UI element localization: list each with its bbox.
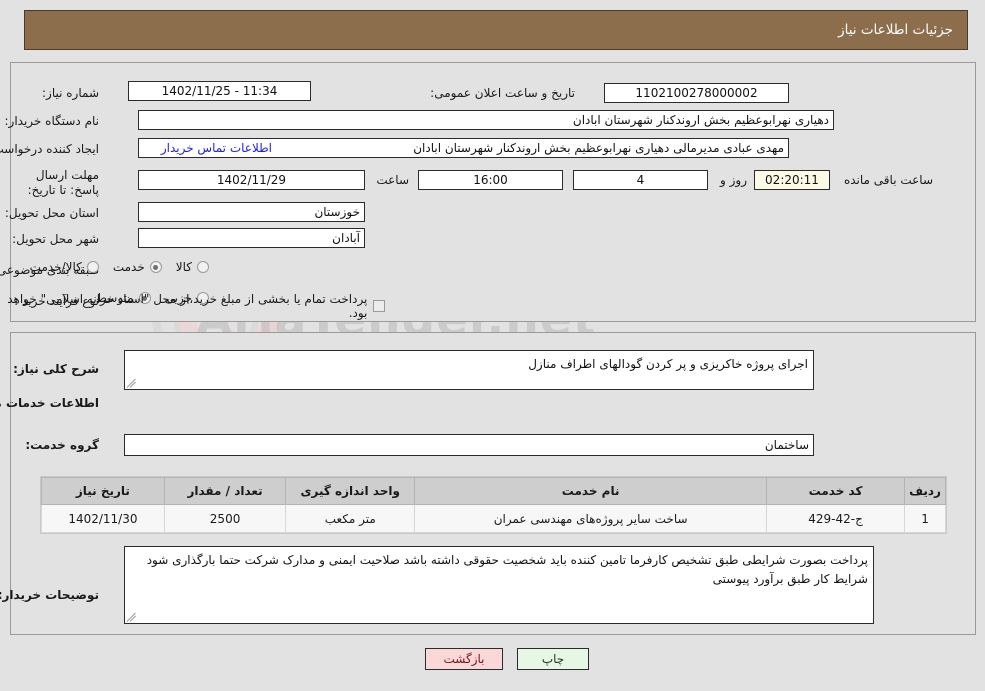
requester-label: ایجاد کننده درخواست: bbox=[0, 142, 99, 156]
deadline-date-value: 1402/11/29 bbox=[138, 170, 365, 190]
general-description-textarea[interactable]: اجرای پروژه خاکریزی و پر کردن گودالهای ا… bbox=[124, 350, 814, 390]
th-service-code: کد خدمت bbox=[766, 477, 906, 505]
buyer-org-value: دهیاری نهرابوعظیم بخش اروندکنار شهرستان … bbox=[138, 110, 834, 130]
cell-quantity: 2500 bbox=[163, 504, 287, 533]
resize-grip-icon[interactable] bbox=[126, 377, 139, 389]
cell-row-no: 1 bbox=[904, 504, 946, 533]
city-value: آبادان bbox=[138, 228, 365, 248]
treasury-bond-checkbox[interactable] bbox=[373, 300, 385, 312]
page-title: جزئیات اطلاعات نیاز bbox=[838, 22, 953, 38]
category-radio-group: کالا خدمت کالا/خدمت bbox=[16, 260, 209, 274]
need-number-value: 1102100278000002 bbox=[604, 83, 789, 103]
category-radio-kala-khedmat[interactable]: کالا/خدمت bbox=[16, 260, 99, 274]
radio-dot-icon bbox=[149, 261, 162, 273]
city-label: شهر محل تحویل: bbox=[12, 232, 99, 246]
services-info-heading: اطلاعات خدمات مورد نیاز bbox=[0, 396, 99, 410]
print-button[interactable]: چاپ bbox=[517, 648, 589, 670]
deadline-hour-value: 16:00 bbox=[418, 170, 563, 190]
th-row-no: ردیف bbox=[904, 477, 946, 505]
province-label: استان محل تحویل: bbox=[4, 206, 99, 220]
days-remaining-label: روز و bbox=[720, 173, 747, 187]
th-quantity: تعداد / مقدار bbox=[163, 477, 287, 505]
countdown-timer-label: ساعت باقی مانده bbox=[843, 173, 933, 187]
deadline-label: مهلت ارسال پاسخ: تا تاریخ: bbox=[27, 168, 99, 197]
cell-service-name: ساخت سایر پروژه‌های مهندسی عمران bbox=[414, 504, 768, 533]
days-remaining-value: 4 bbox=[573, 170, 708, 190]
th-unit: واحد اندازه گیری bbox=[285, 477, 416, 505]
province-value: خوزستان bbox=[138, 202, 365, 222]
category-radio-khedmat[interactable]: خدمت bbox=[99, 260, 162, 274]
announce-datetime-label: تاریخ و ساعت اعلان عمومی: bbox=[430, 86, 575, 100]
category-radio-khedmat-label: خدمت bbox=[112, 260, 145, 274]
page-header-bar: جزئیات اطلاعات نیاز bbox=[24, 10, 968, 50]
return-button[interactable]: بازگشت bbox=[425, 648, 503, 670]
th-service-name: نام خدمت bbox=[414, 477, 768, 505]
need-info-panel bbox=[10, 62, 976, 322]
general-description-value: اجرای پروژه خاکریزی و پر کردن گودالهای ا… bbox=[528, 357, 808, 371]
service-group-value: ساختمان bbox=[124, 434, 814, 456]
radio-dot-icon bbox=[197, 261, 209, 273]
services-table: ردیف کد خدمت نام خدمت واحد اندازه گیری ت… bbox=[41, 477, 946, 533]
cell-need-date: 1402/11/30 bbox=[41, 504, 165, 533]
treasury-bond-note: پرداخت تمام یا بخشی از مبلغ خرید،از محل … bbox=[7, 292, 368, 320]
cell-unit: متر مکعب bbox=[285, 504, 416, 533]
category-radio-kala[interactable]: کالا bbox=[162, 260, 209, 274]
category-radio-kala-khedmat-label: کالا/خدمت bbox=[29, 260, 82, 274]
category-radio-kala-label: کالا bbox=[175, 260, 192, 274]
th-need-date: تاریخ نیاز bbox=[41, 477, 165, 505]
cell-service-code: ج-42-429 bbox=[766, 504, 906, 533]
buyer-notes-textarea[interactable]: پرداخت بصورت شرایطی طبق تشخیص کارفرما تا… bbox=[124, 546, 874, 624]
general-description-label: شرح کلی نیاز: bbox=[13, 362, 99, 376]
radio-dot-icon bbox=[86, 261, 99, 273]
deadline-hour-label: ساعت bbox=[376, 173, 409, 187]
treasury-bond-option: پرداخت تمام یا بخشی از مبلغ خرید،از محل … bbox=[0, 292, 385, 320]
table-row: 1 ج-42-429 ساخت سایر پروژه‌های مهندسی عم… bbox=[41, 504, 946, 533]
buyer-contact-link[interactable]: اطلاعات تماس خریدار bbox=[161, 141, 272, 155]
buyer-notes-label: توضیحات خریدار: bbox=[0, 588, 99, 602]
countdown-timer-value: 02:20:11 bbox=[754, 170, 830, 190]
announce-datetime-value: 11:34 - 1402/11/25 bbox=[128, 81, 311, 101]
table-header-row: ردیف کد خدمت نام خدمت واحد اندازه گیری ت… bbox=[41, 477, 946, 505]
resize-grip-icon[interactable] bbox=[126, 611, 139, 623]
buyer-org-label: نام دستگاه خریدار: bbox=[4, 114, 100, 128]
buyer-notes-value: پرداخت بصورت شرایطی طبق تشخیص کارفرما تا… bbox=[146, 553, 868, 586]
service-group-label: گروه خدمت: bbox=[25, 438, 99, 452]
need-number-label: شماره نیاز: bbox=[42, 86, 99, 100]
